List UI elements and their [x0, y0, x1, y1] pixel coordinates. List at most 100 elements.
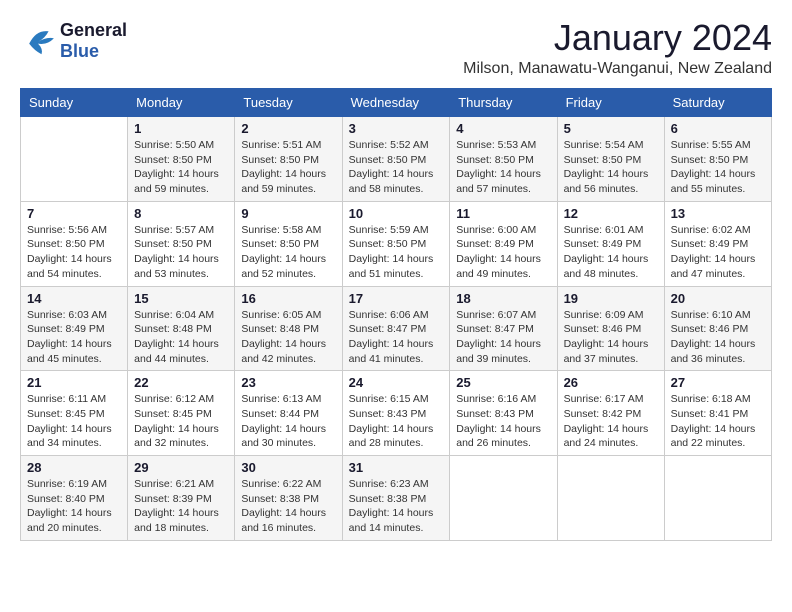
day-number: 8	[134, 206, 228, 221]
day-info: Sunrise: 6:07 AMSunset: 8:47 PMDaylight:…	[456, 308, 550, 367]
day-info: Sunrise: 6:16 AMSunset: 8:43 PMDaylight:…	[456, 392, 550, 451]
calendar-cell: 24 Sunrise: 6:15 AMSunset: 8:43 PMDayligh…	[342, 371, 450, 456]
day-number: 9	[241, 206, 335, 221]
day-number: 1	[134, 121, 228, 136]
day-info: Sunrise: 5:58 AMSunset: 8:50 PMDaylight:…	[241, 223, 335, 282]
day-info: Sunrise: 6:03 AMSunset: 8:49 PMDaylight:…	[27, 308, 121, 367]
calendar-cell: 4 Sunrise: 5:53 AMSunset: 8:50 PMDaylight…	[450, 117, 557, 202]
day-number: 16	[241, 291, 335, 306]
calendar-cell: 9 Sunrise: 5:58 AMSunset: 8:50 PMDaylight…	[235, 201, 342, 286]
day-number: 3	[349, 121, 444, 136]
day-info: Sunrise: 5:59 AMSunset: 8:50 PMDaylight:…	[349, 223, 444, 282]
day-number: 6	[671, 121, 765, 136]
calendar-cell: 23Sunrise: 6:13 AMSunset: 8:44 PMDayligh…	[235, 371, 342, 456]
calendar-week-row: 14 Sunrise: 6:03 AMSunset: 8:49 PMDayligh…	[21, 286, 772, 371]
day-info: Sunrise: 6:02 AMSunset: 8:49 PMDaylight:…	[671, 223, 765, 282]
day-info: Sunrise: 6:12 AMSunset: 8:45 PMDaylight:…	[134, 392, 228, 451]
calendar-cell: 18 Sunrise: 6:07 AMSunset: 8:47 PMDayligh…	[450, 286, 557, 371]
calendar-cell: 13 Sunrise: 6:02 AMSunset: 8:49 PMDayligh…	[664, 201, 771, 286]
day-number: 27	[671, 375, 765, 390]
day-info: Sunrise: 5:53 AMSunset: 8:50 PMDaylight:…	[456, 138, 550, 197]
calendar-week-row: 1 Sunrise: 5:50 AMSunset: 8:50 PMDaylight…	[21, 117, 772, 202]
day-info: Sunrise: 5:57 AMSunset: 8:50 PMDaylight:…	[134, 223, 228, 282]
calendar-cell: 3 Sunrise: 5:52 AMSunset: 8:50 PMDaylight…	[342, 117, 450, 202]
logo-text: General Blue	[60, 20, 127, 62]
calendar-cell: 25Sunrise: 6:16 AMSunset: 8:43 PMDayligh…	[450, 371, 557, 456]
day-number: 23	[241, 375, 335, 390]
day-number: 29	[134, 460, 228, 475]
calendar-cell: 20 Sunrise: 6:10 AMSunset: 8:46 PMDayligh…	[664, 286, 771, 371]
day-info: Sunrise: 6:23 AMSunset: 8:38 PMDaylight:…	[349, 477, 444, 536]
day-info: Sunrise: 5:56 AMSunset: 8:50 PMDaylight:…	[27, 223, 121, 282]
calendar-cell: 29 Sunrise: 6:21 AMSunset: 8:39 PMDayligh…	[128, 456, 235, 541]
logo-icon	[20, 26, 56, 56]
subtitle: Milson, Manawatu-Wanganui, New Zealand	[463, 60, 772, 78]
day-number: 18	[456, 291, 550, 306]
column-header-monday: Monday	[128, 89, 235, 117]
column-header-thursday: Thursday	[450, 89, 557, 117]
day-number: 20	[671, 291, 765, 306]
day-info: Sunrise: 6:10 AMSunset: 8:46 PMDaylight:…	[671, 308, 765, 367]
day-number: 2	[241, 121, 335, 136]
day-info: Sunrise: 6:04 AMSunset: 8:48 PMDaylight:…	[134, 308, 228, 367]
calendar-week-row: 28 Sunrise: 6:19 AMSunset: 8:40 PMDayligh…	[21, 456, 772, 541]
day-info: Sunrise: 6:22 AMSunset: 8:38 PMDaylight:…	[241, 477, 335, 536]
calendar-cell: 30 Sunrise: 6:22 AMSunset: 8:38 PMDayligh…	[235, 456, 342, 541]
calendar-cell	[21, 117, 128, 202]
day-info: Sunrise: 6:18 AMSunset: 8:41 PMDaylight:…	[671, 392, 765, 451]
calendar-cell: 10 Sunrise: 5:59 AMSunset: 8:50 PMDayligh…	[342, 201, 450, 286]
calendar-cell: 15Sunrise: 6:04 AMSunset: 8:48 PMDayligh…	[128, 286, 235, 371]
day-number: 5	[564, 121, 658, 136]
main-title: January 2024	[463, 20, 772, 56]
day-info: Sunrise: 5:51 AMSunset: 8:50 PMDaylight:…	[241, 138, 335, 197]
day-number: 13	[671, 206, 765, 221]
calendar-cell: 26 Sunrise: 6:17 AMSunset: 8:42 PMDayligh…	[557, 371, 664, 456]
day-number: 4	[456, 121, 550, 136]
day-number: 10	[349, 206, 444, 221]
day-number: 28	[27, 460, 121, 475]
day-info: Sunrise: 6:09 AMSunset: 8:46 PMDaylight:…	[564, 308, 658, 367]
day-number: 24	[349, 375, 444, 390]
calendar-cell: 2 Sunrise: 5:51 AMSunset: 8:50 PMDaylight…	[235, 117, 342, 202]
day-number: 17	[349, 291, 444, 306]
calendar-cell: 17Sunrise: 6:06 AMSunset: 8:47 PMDayligh…	[342, 286, 450, 371]
day-info: Sunrise: 6:19 AMSunset: 8:40 PMDaylight:…	[27, 477, 121, 536]
day-number: 26	[564, 375, 658, 390]
day-info: Sunrise: 6:21 AMSunset: 8:39 PMDaylight:…	[134, 477, 228, 536]
title-block: January 2024 Milson, Manawatu-Wanganui, …	[463, 20, 772, 78]
calendar-cell	[664, 456, 771, 541]
day-info: Sunrise: 5:50 AMSunset: 8:50 PMDaylight:…	[134, 138, 228, 197]
column-header-friday: Friday	[557, 89, 664, 117]
calendar-cell: 11Sunrise: 6:00 AMSunset: 8:49 PMDayligh…	[450, 201, 557, 286]
day-info: Sunrise: 5:55 AMSunset: 8:50 PMDaylight:…	[671, 138, 765, 197]
calendar-week-row: 21Sunrise: 6:11 AMSunset: 8:45 PMDayligh…	[21, 371, 772, 456]
page-header: General Blue January 2024 Milson, Manawa…	[20, 20, 772, 78]
calendar-cell: 28 Sunrise: 6:19 AMSunset: 8:40 PMDayligh…	[21, 456, 128, 541]
calendar-cell	[450, 456, 557, 541]
calendar-cell: 19 Sunrise: 6:09 AMSunset: 8:46 PMDayligh…	[557, 286, 664, 371]
day-info: Sunrise: 6:01 AMSunset: 8:49 PMDaylight:…	[564, 223, 658, 282]
calendar-cell: 16 Sunrise: 6:05 AMSunset: 8:48 PMDayligh…	[235, 286, 342, 371]
calendar-week-row: 7Sunrise: 5:56 AMSunset: 8:50 PMDaylight…	[21, 201, 772, 286]
day-number: 19	[564, 291, 658, 306]
calendar-cell	[557, 456, 664, 541]
day-number: 22	[134, 375, 228, 390]
logo: General Blue	[20, 20, 127, 62]
calendar-cell: 1 Sunrise: 5:50 AMSunset: 8:50 PMDaylight…	[128, 117, 235, 202]
day-info: Sunrise: 6:05 AMSunset: 8:48 PMDaylight:…	[241, 308, 335, 367]
calendar-cell: 21Sunrise: 6:11 AMSunset: 8:45 PMDayligh…	[21, 371, 128, 456]
day-number: 30	[241, 460, 335, 475]
calendar-cell: 12Sunrise: 6:01 AMSunset: 8:49 PMDayligh…	[557, 201, 664, 286]
column-header-saturday: Saturday	[664, 89, 771, 117]
day-info: Sunrise: 6:17 AMSunset: 8:42 PMDaylight:…	[564, 392, 658, 451]
day-number: 31	[349, 460, 444, 475]
calendar-cell: 22 Sunrise: 6:12 AMSunset: 8:45 PMDayligh…	[128, 371, 235, 456]
day-number: 11	[456, 206, 550, 221]
column-header-tuesday: Tuesday	[235, 89, 342, 117]
day-number: 14	[27, 291, 121, 306]
calendar-cell: 14 Sunrise: 6:03 AMSunset: 8:49 PMDayligh…	[21, 286, 128, 371]
calendar-header-row: SundayMondayTuesdayWednesdayThursdayFrid…	[21, 89, 772, 117]
day-info: Sunrise: 5:52 AMSunset: 8:50 PMDaylight:…	[349, 138, 444, 197]
day-info: Sunrise: 6:15 AMSunset: 8:43 PMDaylight:…	[349, 392, 444, 451]
calendar-cell: 6 Sunrise: 5:55 AMSunset: 8:50 PMDaylight…	[664, 117, 771, 202]
